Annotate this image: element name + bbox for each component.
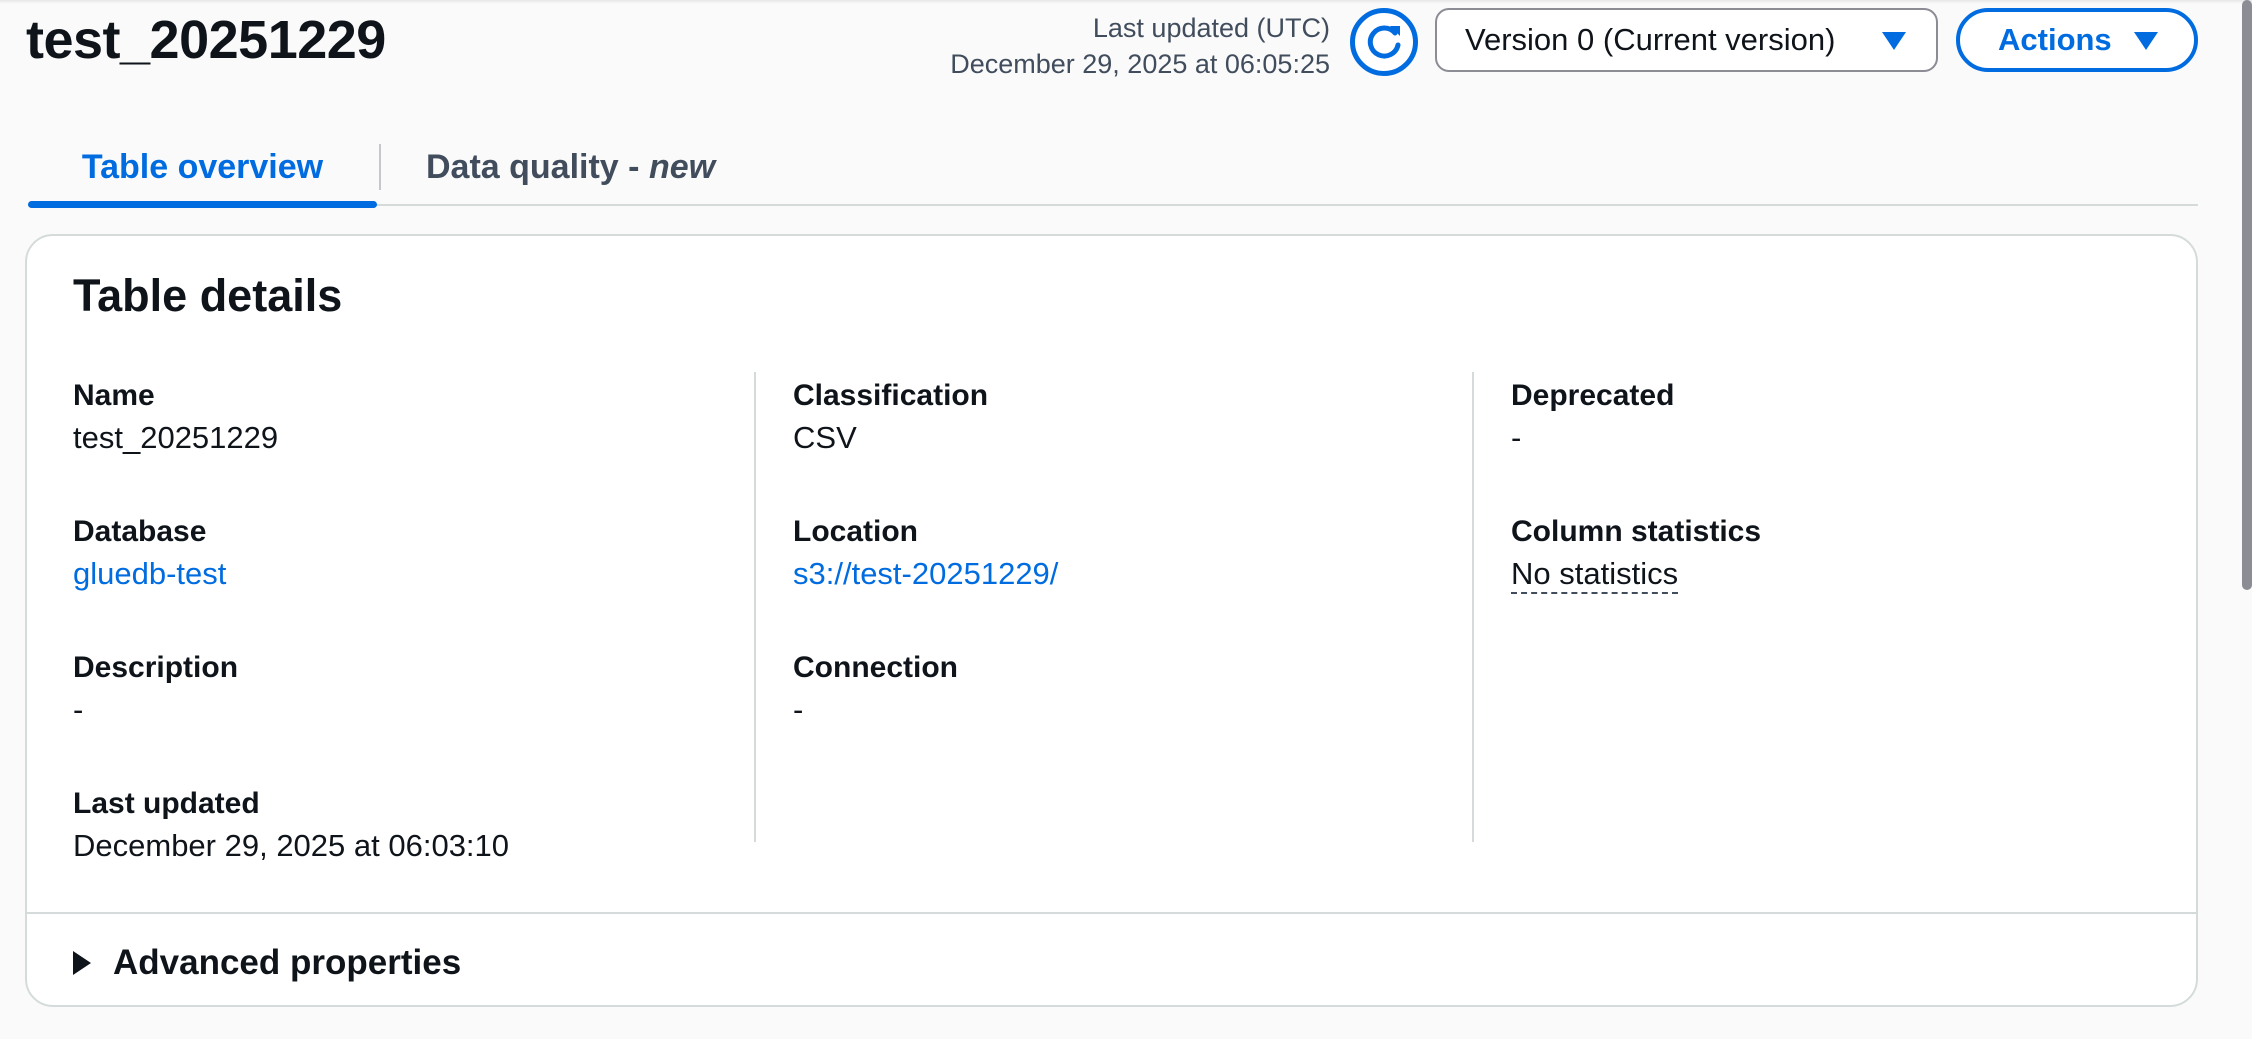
field-label: Database	[73, 515, 207, 548]
location-link[interactable]: s3://test-20251229/	[793, 556, 1058, 591]
tab-list: Table overview Data quality - new	[28, 130, 2198, 208]
tab-data-quality[interactable]: Data quality - new	[426, 142, 715, 206]
version-select[interactable]: Version 0 (Current version)	[1435, 8, 1938, 72]
field-value: -	[1511, 420, 1522, 455]
advanced-properties-label: Advanced properties	[113, 943, 462, 982]
column-divider	[754, 372, 756, 842]
version-select-label: Version 0 (Current version)	[1465, 22, 1836, 57]
field-label: Description	[73, 651, 239, 684]
tab-data-quality-label: Data quality -	[426, 148, 649, 186]
caret-down-icon	[2134, 32, 2158, 50]
tab-separator	[379, 144, 381, 190]
field-label: Column statistics	[1511, 515, 1762, 548]
field-location: Location s3://test-20251229/	[793, 512, 1058, 596]
card-title: Table details	[73, 270, 343, 321]
section-divider	[27, 912, 2196, 914]
field-label: Deprecated	[1511, 379, 1675, 412]
field-value: CSV	[793, 420, 857, 455]
field-label: Classification	[793, 379, 989, 412]
column-statistics-popover-trigger[interactable]: No statistics	[1511, 556, 1679, 594]
field-label: Connection	[793, 651, 958, 684]
last-updated-value: December 29, 2025 at 06:05:25	[950, 49, 1330, 79]
scrollbar-thumb[interactable]	[2242, 0, 2252, 590]
details-column-2: Classification CSV Location s3://test-20…	[793, 376, 1058, 784]
field-last-updated: Last updated December 29, 2025 at 06:03:…	[73, 784, 509, 868]
field-description: Description -	[73, 648, 509, 732]
top-shadow	[0, 0, 2252, 4]
caret-right-icon	[73, 951, 91, 975]
caret-down-icon	[1882, 32, 1906, 50]
last-updated-label: Last updated (UTC)	[1092, 13, 1330, 43]
database-link[interactable]: gluedb-test	[73, 556, 226, 591]
refresh-button[interactable]	[1350, 8, 1418, 76]
advanced-properties-toggle[interactable]: Advanced properties	[73, 936, 461, 990]
actions-button[interactable]: Actions	[1956, 8, 2198, 72]
field-value: -	[73, 692, 84, 727]
page-title: test_20251229	[26, 10, 386, 70]
tab-table-overview[interactable]: Table overview	[28, 142, 377, 208]
field-label: Name	[73, 379, 155, 412]
last-updated-info: Last updated (UTC) December 29, 2025 at …	[950, 10, 1330, 82]
field-value: -	[793, 692, 804, 727]
field-label: Location	[793, 515, 918, 548]
field-connection: Connection -	[793, 648, 1058, 732]
tab-table-overview-label: Table overview	[81, 148, 324, 186]
field-classification: Classification CSV	[793, 376, 1058, 460]
field-value: December 29, 2025 at 06:03:10	[73, 828, 510, 863]
details-column-3: Deprecated - Column statistics No statis…	[1511, 376, 1761, 648]
field-database: Database gluedb-test	[73, 512, 509, 596]
table-details-card: Table details Name test_20251229 Databas…	[25, 234, 2198, 1007]
field-value: test_20251229	[73, 420, 279, 455]
field-deprecated: Deprecated -	[1511, 376, 1761, 460]
details-column-1: Name test_20251229 Database gluedb-test …	[73, 376, 509, 920]
field-name: Name test_20251229	[73, 376, 509, 460]
column-divider	[1472, 372, 1474, 842]
active-tab-indicator	[28, 201, 377, 208]
refresh-icon	[1367, 25, 1401, 59]
new-badge: new	[648, 148, 716, 186]
actions-button-label: Actions	[1998, 22, 2112, 57]
field-column-statistics: Column statistics No statistics	[1511, 512, 1761, 596]
field-label: Last updated	[73, 787, 260, 820]
